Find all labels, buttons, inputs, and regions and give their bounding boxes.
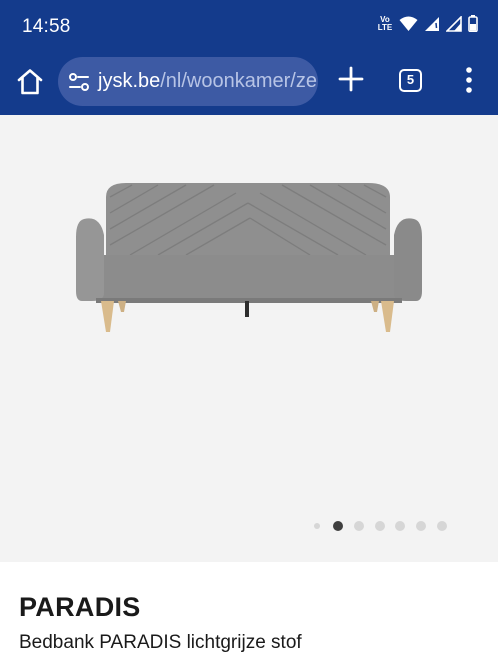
product-info: PARADIS Bedbank PARADIS lichtgrijze stof bbox=[0, 562, 498, 665]
signal-icon bbox=[425, 16, 439, 31]
pagination-dot[interactable] bbox=[353, 521, 364, 531]
pagination-dot[interactable] bbox=[395, 521, 406, 531]
gallery-pagination[interactable] bbox=[314, 521, 458, 531]
url-path: /nl/woonkamer/ze bbox=[160, 70, 317, 92]
signal-icon bbox=[446, 15, 462, 32]
pagination-dot[interactable] bbox=[436, 521, 447, 531]
status-bar: 14:58 Vo LTE bbox=[0, 0, 498, 54]
pagination-dot[interactable] bbox=[314, 523, 320, 529]
site-settings-icon[interactable] bbox=[66, 69, 92, 95]
home-icon[interactable] bbox=[15, 67, 45, 97]
product-description: Bedbank PARADIS lichtgrijze stof bbox=[19, 632, 302, 653]
pagination-dot-active[interactable] bbox=[333, 521, 343, 531]
url-text[interactable]: jysk.be/nl/woonkamer/ze bbox=[98, 70, 317, 93]
volte-icon: Vo LTE bbox=[377, 15, 393, 32]
address-bar[interactable]: jysk.be/nl/woonkamer/ze bbox=[58, 57, 318, 106]
status-icons: Vo LTE bbox=[377, 15, 478, 32]
plus-icon[interactable] bbox=[337, 65, 365, 93]
battery-icon bbox=[468, 15, 478, 32]
product-title: PARADIS bbox=[19, 592, 141, 622]
tab-count: 5 bbox=[406, 72, 415, 87]
wifi-icon bbox=[399, 16, 418, 31]
pagination-dot[interactable] bbox=[374, 521, 385, 531]
browser-toolbar: jysk.be/nl/woonkamer/ze 5 bbox=[0, 54, 498, 115]
pagination-dot[interactable] bbox=[416, 521, 427, 531]
url-domain: jysk.be bbox=[98, 70, 161, 92]
volte-bottom-label: LTE bbox=[377, 22, 393, 32]
product-image-gallery[interactable] bbox=[0, 115, 498, 562]
status-time: 14:58 bbox=[22, 16, 71, 37]
more-icon[interactable] bbox=[458, 65, 480, 95]
sofa-bed-image[interactable] bbox=[0, 115, 498, 562]
tabs-icon[interactable]: 5 bbox=[399, 69, 422, 92]
